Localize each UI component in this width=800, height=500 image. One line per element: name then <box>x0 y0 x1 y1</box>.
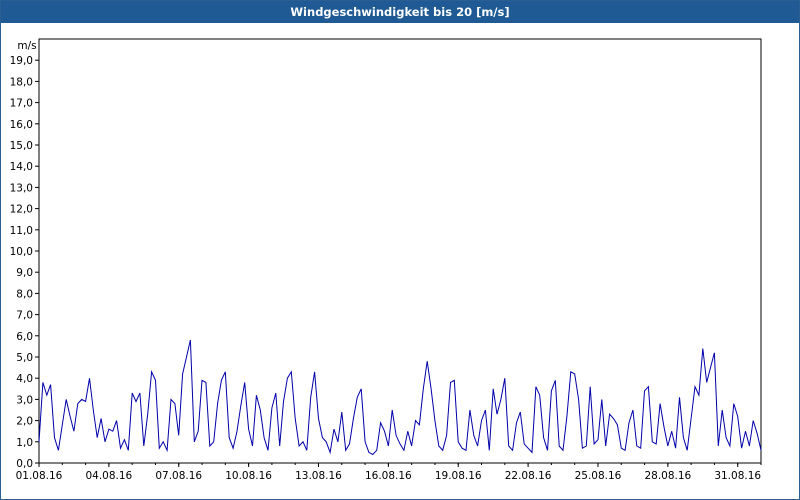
y-tick-label: 5,0 <box>16 352 33 364</box>
x-tick-label: 01.08.16 <box>16 470 63 482</box>
y-tick-label: 6,0 <box>16 331 33 343</box>
y-tick-label: 1,0 <box>16 437 33 449</box>
y-tick-label: 15,0 <box>10 140 33 152</box>
y-tick-label: 18,0 <box>10 76 33 88</box>
x-tick-label: 07.08.16 <box>155 470 202 482</box>
y-tick-label: 11,0 <box>10 225 33 237</box>
plot-frame <box>38 38 762 464</box>
y-tick-label: 19,0 <box>10 55 33 67</box>
x-tick-label: 10.08.16 <box>225 470 272 482</box>
y-tick-label: 16,0 <box>10 119 33 131</box>
y-tick-label: 2,0 <box>16 416 33 428</box>
y-tick-label: 4,0 <box>16 373 33 385</box>
plot-area <box>38 38 762 464</box>
y-axis-label: m/s <box>17 40 36 52</box>
y-tick-label: 17,0 <box>10 98 33 110</box>
x-tick-label: 19.08.16 <box>435 470 482 482</box>
chart-title: Windgeschwindigkeit bis 20 [m/s] <box>1 1 799 23</box>
x-tick-label: 22.08.16 <box>505 470 552 482</box>
y-tick-label: 0,0 <box>16 458 33 470</box>
x-tick-label: 16.08.16 <box>365 470 412 482</box>
y-tick-label: 10,0 <box>10 246 33 258</box>
y-tick-label: 7,0 <box>16 310 33 322</box>
y-tick-label: 9,0 <box>16 267 33 279</box>
y-tick-label: 3,0 <box>16 394 33 406</box>
x-tick-label: 04.08.16 <box>85 470 132 482</box>
y-axis-ticks: 0,0 1,0 2,0 3,0 4,0 5,0 6,0 7,0 8,0 9,0 10,0 11,0 12… <box>10 55 39 470</box>
x-tick-label: 25.08.16 <box>575 470 622 482</box>
x-tick-label: 31.08.16 <box>714 470 761 482</box>
x-tick-label: 13.08.16 <box>295 470 342 482</box>
x-axis-ticks: 01.08.16 04.08.16 07.08.16 10.08.16 13.08.16… <box>16 463 762 482</box>
y-tick-label: 12,0 <box>10 204 33 216</box>
y-tick-label: 13,0 <box>10 182 33 194</box>
x-tick-label: 28.08.16 <box>644 470 691 482</box>
y-tick-label: 14,0 <box>10 161 33 173</box>
chart-window: Windgeschwindigkeit bis 20 [m/s] m/s 0,0… <box>0 0 800 500</box>
wind-speed-chart: m/s 0,0 1,0 2,0 3,0 4,0 5,0 6,0 7,0 8,0 9,0 10,0 11… <box>10 38 762 482</box>
y-tick-label: 8,0 <box>16 288 33 300</box>
